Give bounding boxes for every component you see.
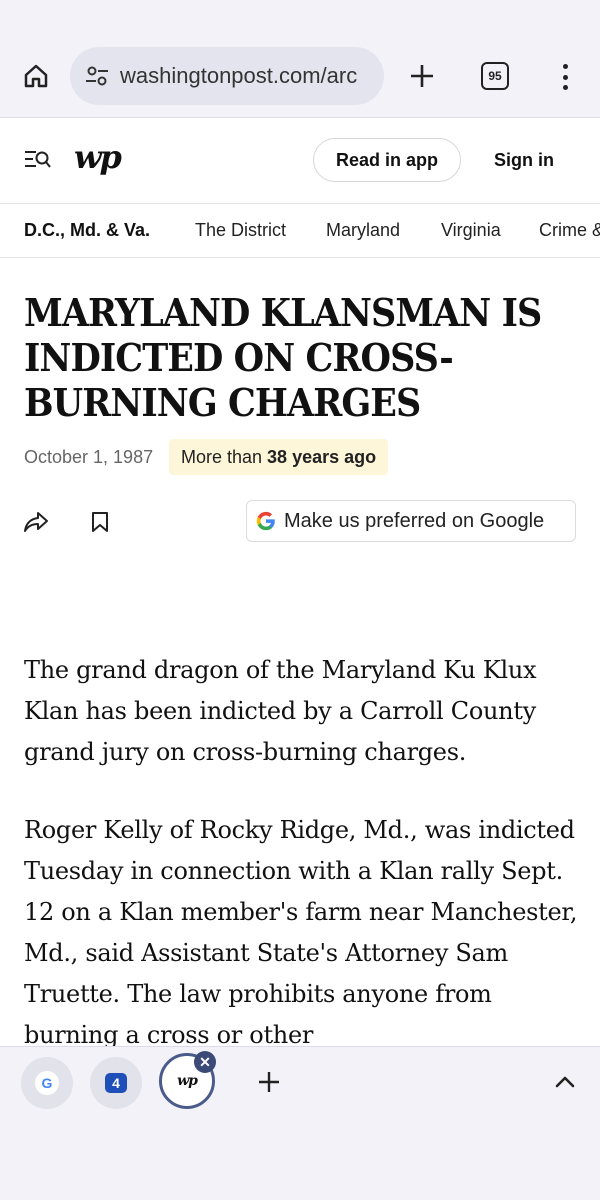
bookmark-icon[interactable] <box>88 508 112 536</box>
age-value: 38 years ago <box>267 446 377 467</box>
share-icon[interactable] <box>22 508 50 536</box>
page-info-icon[interactable] <box>84 63 110 89</box>
new-tab-plus-icon[interactable] <box>254 1067 284 1097</box>
age-badge: More than 38 years ago <box>169 439 389 475</box>
wapo-tab-icon: wp <box>177 1073 198 1089</box>
article-headline: MARYLAND KLANSMAN IS INDICTED ON CROSS- … <box>24 290 576 425</box>
nav-item-dc-md-va[interactable]: D.C., Md. & Va. <box>24 220 150 241</box>
address-bar[interactable]: washingtonpost.com/arc <box>70 47 384 105</box>
browser-toolbar: washingtonpost.com/arc 95 <box>0 0 600 118</box>
home-icon[interactable] <box>16 58 56 94</box>
wapo-logo[interactable]: wp <box>74 138 122 176</box>
nav-item-the-district[interactable]: The District <box>195 220 286 241</box>
article-paragraph: Roger Kelly of Rocky Ridge, Md., was ind… <box>24 816 578 1049</box>
tab-strip: G 4 wp ✕ <box>0 1046 600 1200</box>
url-text: washingtonpost.com/arc <box>120 63 358 88</box>
google-preferred-button[interactable]: Make us preferred on Google <box>246 500 576 542</box>
publish-date: October 1, 1987 <box>24 447 154 467</box>
search-menu-icon[interactable] <box>24 148 52 172</box>
chevron-up-icon[interactable] <box>552 1069 578 1095</box>
nav-item-virginia[interactable]: Virginia <box>441 220 501 241</box>
tab-google[interactable]: G <box>21 1057 73 1109</box>
google-g-icon <box>256 511 275 531</box>
article-paragraph: The grand dragon of the Maryland Ku Klux… <box>24 656 537 766</box>
headline-line: INDICTED ON CROSS- <box>24 335 454 380</box>
tab-switcher-icon[interactable]: 95 <box>481 62 509 90</box>
headline-line: BURNING CHARGES <box>24 380 421 425</box>
site-header: wp Read in app Sign in <box>0 118 600 204</box>
nav-item-maryland[interactable]: Maryland <box>326 220 400 241</box>
age-prefix: More than <box>181 446 263 467</box>
read-in-app-button[interactable]: Read in app <box>313 138 461 182</box>
close-icon[interactable]: ✕ <box>194 1051 216 1073</box>
nav-item-crime[interactable]: Crime & <box>539 220 600 241</box>
section-nav: D.C., Md. & Va. The District Maryland Vi… <box>0 204 600 258</box>
headline-line: MARYLAND KLANSMAN IS <box>24 290 542 335</box>
tab-nbc4[interactable]: 4 <box>90 1057 142 1109</box>
google-preferred-label: Make us preferred on Google <box>284 509 545 532</box>
google-tab-icon: G <box>35 1071 59 1095</box>
sign-in-link[interactable]: Sign in <box>494 150 554 171</box>
plus-icon[interactable] <box>402 58 442 94</box>
nbc4-tab-icon: 4 <box>105 1073 127 1093</box>
more-vert-icon[interactable] <box>550 60 580 94</box>
